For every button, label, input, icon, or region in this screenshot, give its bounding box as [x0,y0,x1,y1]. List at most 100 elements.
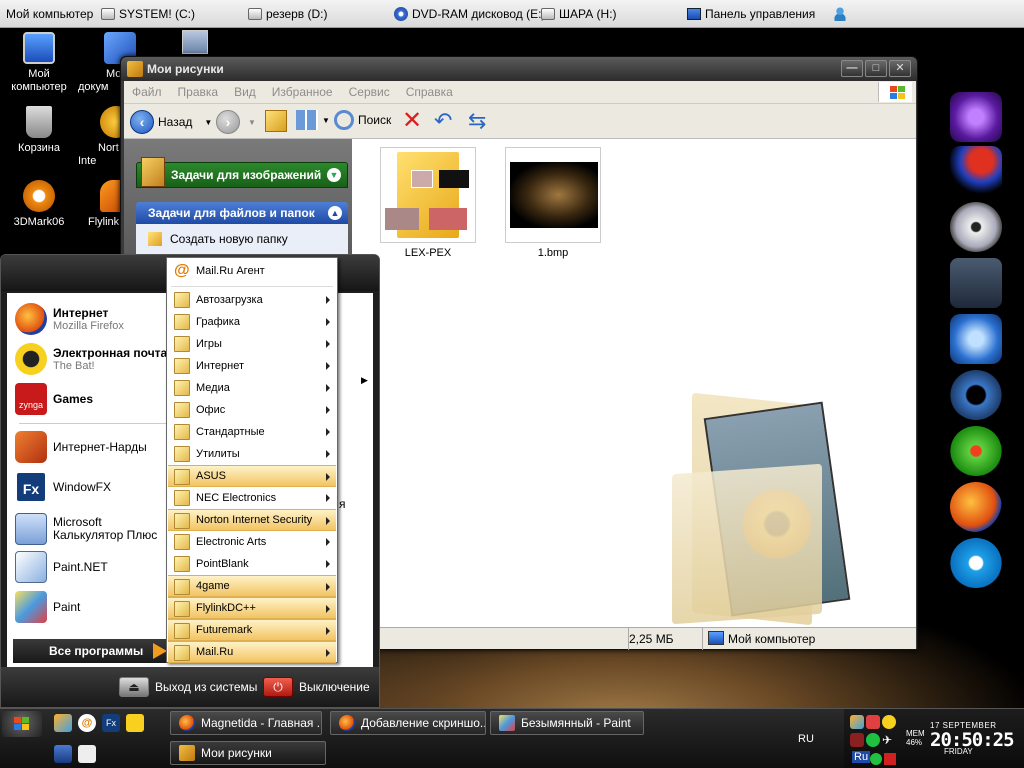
desktop-icon-norton[interactable]: Nort Inte [78,106,132,168]
tray-butterfly-icon[interactable] [850,715,864,729]
desktop-icon-3dmark[interactable]: 3DMark06 [2,180,76,229]
menu-tools[interactable]: Сервис [341,85,398,99]
program-folder-4game[interactable]: 4game [168,575,336,597]
tray-icon[interactable] [882,715,896,729]
dock-cd-icon[interactable] [950,202,1002,252]
menu-view[interactable]: Вид [226,85,264,99]
start-item-backgammon[interactable]: Интернет-Нарды [15,429,147,465]
maximize-button[interactable]: □ [865,60,887,77]
program-folder-nec[interactable]: NEC Electronics [168,487,336,509]
quicklaunch-notepad-icon[interactable] [78,745,96,763]
tray-language[interactable]: Ru [852,751,871,763]
dock-gear-icon[interactable] [950,370,1002,420]
program-folder-games[interactable]: Игры [168,333,336,355]
start-item-email[interactable]: Электронная почта The Bat! [15,341,167,377]
program-folder-internet[interactable]: Интернет [168,355,336,377]
program-folder-media[interactable]: Медиа [168,377,336,399]
drive-bar-my-computer[interactable]: Мой компьютер [6,6,93,22]
sync-button[interactable]: ⇆ [468,110,486,132]
start-item-calculator[interactable]: Microsoft Калькулятор Плюс [15,509,171,549]
program-folder-asus[interactable]: ASUS [168,465,336,487]
collapse-icon[interactable]: ▼ [327,168,341,182]
search-button[interactable]: Поиск [334,110,391,130]
dock-headset-icon[interactable] [950,314,1002,364]
start-item-windowfx[interactable]: Fx WindowFX [15,469,111,505]
program-folder-graphics[interactable]: Графика [168,311,336,333]
file-tasks-header[interactable]: Задачи для файлов и папок ▲ [136,202,348,224]
file-name[interactable]: 1.bmp [505,247,601,259]
drive-bar-drive-h[interactable]: ШАРА (H:) [541,6,617,22]
task-my-pictures[interactable]: Мои рисунки [170,741,326,765]
quicklaunch-butterfly-icon[interactable] [54,714,72,732]
program-folder-utilities[interactable]: Утилиты [168,443,336,465]
program-folder-mail-ru[interactable]: Mail.Ru [168,641,336,663]
file-thumbnail-lexpex[interactable] [380,147,476,243]
program-folder-pointblank[interactable]: PointBlank [168,553,336,575]
close-button[interactable]: ✕ [889,60,911,77]
file-name[interactable]: LEX-PEX [380,247,476,259]
program-folder-flylinkdc[interactable]: FlylinkDC++ [168,597,336,619]
dock-mario-icon[interactable] [950,146,1002,196]
task-magnetida[interactable]: Magnetida - Главная ... [170,711,322,735]
start-button[interactable] [2,711,42,737]
quicklaunch-windowfx-icon[interactable]: Fx [102,714,120,732]
program-folder-futuremark[interactable]: Futuremark [168,619,336,641]
collapse-icon[interactable]: ▲ [328,206,342,220]
drive-bar-users[interactable] [833,6,847,22]
drive-bar-drive-c[interactable]: SYSTEM! (C:) [101,6,195,22]
task-screenshot[interactable]: Добавление скриншо... [330,711,486,735]
menu-help[interactable]: Справка [398,85,461,99]
language-indicator[interactable]: RU [798,733,814,745]
quicklaunch-desktop-icon[interactable] [54,745,72,763]
up-folder-button[interactable] [265,110,287,132]
menu-file[interactable]: Файл [124,85,170,99]
quicklaunch-mail-icon[interactable]: @ [78,714,96,732]
drive-bar-control-panel[interactable]: Панель управления [687,6,815,22]
tray-status-icon[interactable] [870,753,882,765]
program-folder-norton[interactable]: Norton Internet Security [168,509,336,531]
start-item-paint[interactable]: Paint [15,589,80,625]
tray-icon[interactable] [866,715,880,729]
views-button[interactable]: ▼ [296,110,330,130]
start-item-games[interactable]: zynga Games [15,381,93,417]
start-item-internet[interactable]: Интернет Mozilla Firefox [15,301,124,337]
undo-button[interactable]: ↶ [434,110,452,132]
dock-briefcase-icon[interactable] [950,258,1002,308]
all-programs-button[interactable]: Все программы [13,639,171,663]
program-folder-accessories[interactable]: Стандартные [168,421,336,443]
logoff-button[interactable]: ⏏ Выход из системы [119,677,257,697]
shutdown-button[interactable]: ⏻ Выключение [263,677,370,697]
explorer-title-bar[interactable]: Мои рисунки — □ ✕ [121,57,917,81]
forward-button[interactable]: › ▼ [216,110,256,134]
program-mail-ru-agent[interactable]: @ Mail.Ru Агент [168,260,336,282]
image-tasks-header[interactable]: Задачи для изображений ▼ [136,157,348,188]
start-item-paint-net[interactable]: Paint.NET [15,549,108,585]
delete-button[interactable]: ✕ [402,109,422,133]
back-button[interactable]: ‹ Назад ▼ [130,110,212,134]
create-folder-link[interactable]: Создать новую папку [136,224,348,254]
menu-favorites[interactable]: Избранное [264,85,341,99]
dock-orb-icon[interactable] [950,92,1002,142]
tray-airplane-icon[interactable]: ✈ [882,733,896,747]
desktop-icon-my-computer[interactable]: Мой компьютер [2,32,76,94]
dock-skype-icon[interactable] [950,538,1002,588]
back-dropdown-icon[interactable]: ▼ [204,118,212,127]
program-folder-autostart[interactable]: Автозагрузка [168,289,336,311]
quicklaunch-icon[interactable] [126,714,144,732]
dock-firefox-icon[interactable] [950,482,1002,532]
menu-edit[interactable]: Правка [170,85,227,99]
tray-icon[interactable] [884,753,896,765]
desktop-icon-flylink[interactable]: FlylinkI [78,180,132,229]
tray-network-icon[interactable] [866,733,880,747]
tray-volume-icon[interactable] [850,733,864,747]
desktop-icon-recycle-bin[interactable]: Корзина [2,106,76,155]
program-folder-office[interactable]: Офис [168,399,336,421]
drive-bar-drive-e[interactable]: DVD-RAM дисковод (E:) [394,6,545,22]
desktop-icon-partial[interactable] [182,30,208,54]
drive-bar-drive-d[interactable]: резерв (D:) [248,6,328,22]
program-folder-ea[interactable]: Electronic Arts [168,531,336,553]
file-thumbnail-bmp[interactable] [505,147,601,243]
desktop-icon-my-documents[interactable]: Мо докум [78,32,136,94]
dock-icq-icon[interactable] [950,426,1002,476]
minimize-button[interactable]: — [841,60,863,77]
